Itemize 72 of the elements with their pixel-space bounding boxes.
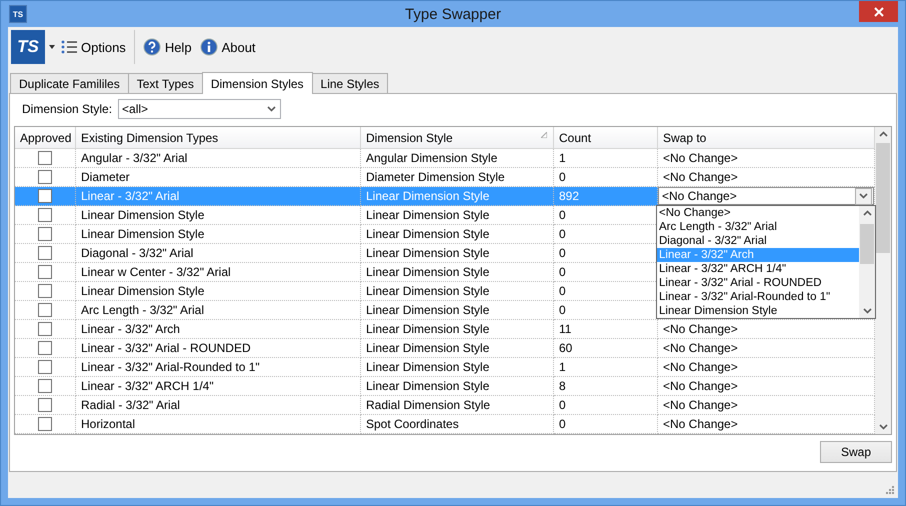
approved-checkbox[interactable] bbox=[38, 246, 52, 260]
swap-to-cell[interactable]: <No Change> bbox=[658, 149, 875, 168]
tab[interactable]: Text Types bbox=[128, 73, 203, 93]
dropdown-caret-icon[interactable] bbox=[49, 45, 55, 49]
help-icon bbox=[142, 38, 161, 56]
scroll-up-icon[interactable] bbox=[878, 131, 888, 137]
swap-button[interactable]: Swap bbox=[820, 441, 892, 463]
column-header[interactable]: Swap to bbox=[658, 127, 875, 149]
scrollbar[interactable] bbox=[859, 206, 875, 318]
scroll-down-icon[interactable] bbox=[878, 424, 888, 430]
column-header[interactable]: Existing Dimension Types bbox=[76, 127, 361, 149]
resize-grip-icon[interactable] bbox=[884, 484, 894, 494]
approved-checkbox[interactable] bbox=[38, 379, 52, 393]
swap-to-dropdown[interactable]: <No Change> bbox=[658, 187, 874, 205]
approved-checkbox[interactable] bbox=[38, 189, 52, 203]
swap-to-cell[interactable]: <No Change> bbox=[658, 415, 875, 434]
dropdown-option[interactable]: <No Change> bbox=[657, 206, 859, 220]
table-row[interactable]: Horizontal Spot Coordinates 0 <No Change> bbox=[15, 415, 875, 434]
approved-checkbox[interactable] bbox=[38, 322, 52, 336]
approved-checkbox[interactable] bbox=[38, 208, 52, 222]
window-title: Type Swapper bbox=[405, 6, 501, 22]
approved-checkbox[interactable] bbox=[38, 227, 52, 241]
table-row[interactable]: Radial - 3/32" Arial Radial Dimension Style 0 <No Change> bbox=[15, 396, 875, 415]
dimension-style-dropdown[interactable]: <all> bbox=[118, 99, 282, 119]
dropdown-option[interactable]: Linear - 3/32" Arial-Rounded to 1" bbox=[657, 290, 859, 304]
swap-to-cell[interactable]: <No Change> bbox=[658, 168, 875, 187]
approved-checkbox[interactable] bbox=[38, 341, 52, 355]
table-cell: Horizontal bbox=[76, 415, 361, 434]
approved-checkbox[interactable] bbox=[38, 284, 52, 298]
filter-label: Dimension Style: bbox=[22, 102, 112, 116]
approved-checkbox[interactable] bbox=[38, 151, 52, 165]
help-button[interactable]: Help bbox=[140, 36, 194, 58]
swap-to-cell[interactable]: <No Change> bbox=[658, 377, 875, 396]
close-button[interactable] bbox=[859, 1, 898, 22]
approved-checkbox[interactable] bbox=[38, 417, 52, 431]
table-cell: Spot Coordinates bbox=[361, 415, 554, 434]
approved-checkbox[interactable] bbox=[38, 303, 52, 317]
column-header[interactable]: Count bbox=[554, 127, 658, 149]
info-icon bbox=[200, 38, 218, 56]
approved-checkbox[interactable] bbox=[38, 170, 52, 184]
table-row[interactable]: Linear - 3/32" Arial-Rounded to 1" Linear Dimension Style 1 <No Change> bbox=[15, 358, 875, 377]
column-header[interactable]: Approved bbox=[15, 127, 76, 149]
approved-checkbox[interactable] bbox=[38, 265, 52, 279]
caret-icon[interactable] bbox=[859, 193, 868, 199]
app-logo[interactable]: TS bbox=[11, 30, 45, 64]
list-icon bbox=[61, 40, 77, 54]
tab[interactable]: Duplicate Famililes bbox=[10, 73, 129, 93]
table-row[interactable]: Linear - 3/32" ARCH 1/4" Linear Dimension Style 8 <No Change> bbox=[15, 377, 875, 396]
approved-checkbox[interactable] bbox=[38, 360, 52, 374]
app-icon: TS bbox=[9, 5, 27, 23]
caret-icon bbox=[267, 106, 276, 112]
table-row[interactable]: Linear - 3/32" Arch Linear Dimension Style 11 <No Change> bbox=[15, 320, 875, 339]
scroll-down-icon[interactable] bbox=[862, 308, 872, 314]
table-row[interactable]: Linear - 3/32" Arial - ROUNDED Linear Dimension Style 60 <No Change> bbox=[15, 339, 875, 358]
approved-checkbox[interactable] bbox=[38, 398, 52, 412]
swap-to-cell[interactable]: <No Change> bbox=[658, 320, 875, 339]
tab[interactable]: Line Styles bbox=[312, 73, 388, 93]
sort-icon bbox=[541, 132, 547, 138]
about-button[interactable]: About bbox=[198, 36, 258, 58]
dropdown-option[interactable]: Linear Dimension Style bbox=[657, 304, 859, 318]
swap-to-cell[interactable]: <No Change> bbox=[658, 358, 875, 377]
scroll-up-icon[interactable] bbox=[862, 210, 872, 216]
table-row[interactable]: Diameter Diameter Dimension Style 0 <No Change> bbox=[15, 168, 875, 187]
table-row[interactable]: Angular - 3/32" Arial Angular Dimension Style 1 <No Change> bbox=[15, 149, 875, 168]
scrollbar[interactable] bbox=[875, 127, 891, 434]
options-button[interactable]: Options bbox=[59, 38, 128, 56]
tab[interactable]: Dimension Styles bbox=[202, 72, 313, 94]
swap-to-cell[interactable]: <No Change> bbox=[658, 339, 875, 358]
column-header[interactable]: Dimension Style bbox=[361, 127, 554, 149]
swap-to-cell[interactable]: <No Change> bbox=[658, 396, 875, 415]
dropdown-option[interactable]: Linear - 3/32" ARCH 1/4" bbox=[657, 262, 859, 276]
close-icon bbox=[874, 6, 884, 16]
